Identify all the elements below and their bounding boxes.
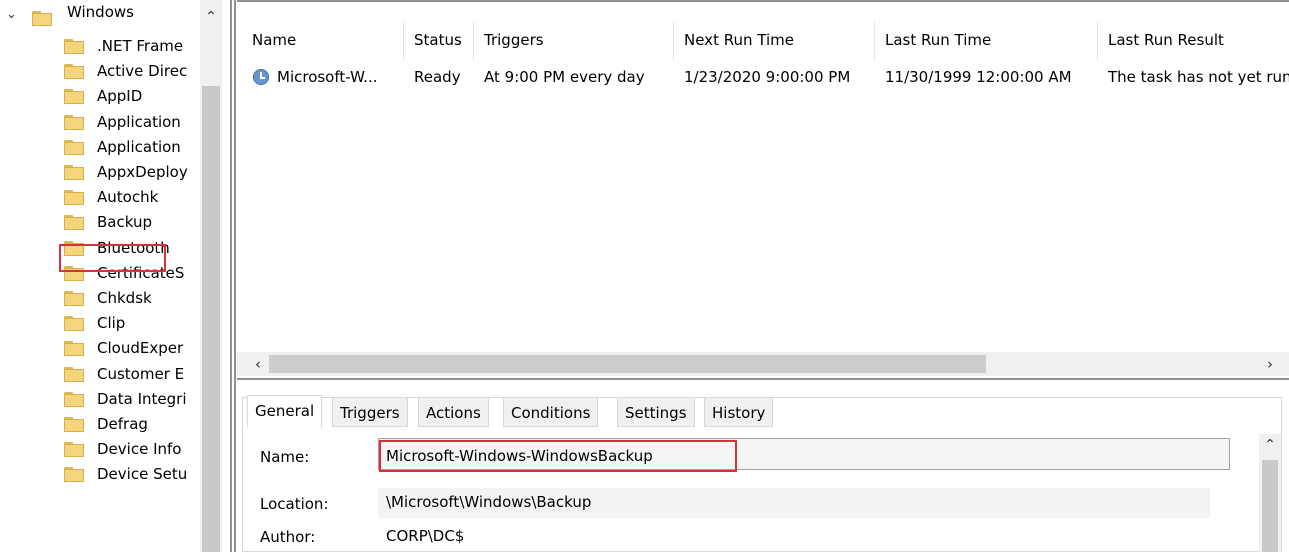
tree-item-label: Defrag bbox=[97, 415, 148, 433]
tree-item-label: AppID bbox=[97, 87, 143, 106]
scrollbar-thumb[interactable] bbox=[269, 355, 986, 373]
tree-item-label: Device Info bbox=[97, 440, 182, 459]
tree-scrollbar[interactable]: ⌃ bbox=[200, 0, 222, 552]
details-scrollbar[interactable]: ⌃ bbox=[1259, 434, 1281, 552]
folder-icon bbox=[64, 467, 84, 483]
folder-icon bbox=[32, 11, 52, 26]
scrollbar-thumb[interactable] bbox=[1262, 460, 1278, 552]
task-status-cell: Ready bbox=[414, 68, 461, 86]
tree-item-label: Customer E bbox=[97, 364, 185, 383]
tab-conditions[interactable]: Conditions bbox=[503, 397, 599, 427]
folder-icon bbox=[64, 417, 84, 432]
tree-item-label: Chkdsk bbox=[97, 289, 152, 307]
task-list[interactable]: Name Status Triggers Next Run Time Last … bbox=[237, 0, 1289, 378]
column-header-name[interactable]: Name bbox=[241, 20, 407, 60]
tree-item-label: .NET Frame bbox=[97, 37, 184, 55]
task-details-pane: General Triggers Actions Conditions Sett… bbox=[237, 382, 1289, 552]
tree-item-label: Clip bbox=[97, 314, 126, 333]
task-last-result-cell: The task has not yet run. bbox=[1108, 68, 1289, 86]
folder-icon bbox=[64, 341, 84, 357]
clock-task-icon bbox=[253, 69, 269, 85]
scroll-left-icon[interactable]: ‹ bbox=[249, 352, 267, 376]
scroll-up-icon[interactable]: ⌃ bbox=[1259, 436, 1281, 454]
folder-icon bbox=[64, 114, 84, 130]
author-value: CORP\DC$ bbox=[386, 527, 465, 545]
tree-item-label: Device Setu bbox=[97, 465, 188, 484]
column-header-next-run-time[interactable]: Next Run Time bbox=[673, 20, 874, 60]
list-horizontal-scrollbar[interactable]: ‹ › bbox=[237, 352, 1289, 376]
tree-item-label: Data Integri bbox=[97, 389, 187, 408]
tree-item-label: CloudExper bbox=[97, 339, 184, 358]
column-header-last-run-result[interactable]: Last Run Result bbox=[1097, 20, 1289, 60]
scroll-right-icon[interactable]: › bbox=[1261, 352, 1279, 376]
scrollbar-thumb[interactable] bbox=[202, 86, 220, 552]
task-folder-tree[interactable]: ⌄ Windows .NET Frame Active Direc AppID App… bbox=[0, 0, 228, 552]
tab-history[interactable]: History bbox=[704, 397, 774, 427]
folder-icon bbox=[64, 391, 84, 407]
tree-item-label: Application bbox=[97, 137, 181, 156]
tree-item-label: Backup bbox=[97, 213, 152, 232]
tab-actions[interactable]: Actions bbox=[418, 397, 489, 427]
tab-general[interactable]: General bbox=[247, 395, 323, 428]
task-triggers-cell: At 9:00 PM every day bbox=[484, 68, 645, 86]
folder-icon bbox=[64, 366, 84, 382]
column-header-status[interactable]: Status bbox=[403, 20, 473, 60]
folder-icon bbox=[64, 190, 84, 206]
column-header-last-run-time[interactable]: Last Run Time bbox=[874, 20, 1097, 60]
folder-icon bbox=[64, 139, 84, 155]
folder-icon bbox=[64, 89, 84, 105]
task-next-run-cell: 1/23/2020 9:00:00 PM bbox=[684, 68, 851, 86]
column-header-triggers[interactable]: Triggers bbox=[473, 20, 673, 60]
folder-icon bbox=[64, 442, 84, 458]
folder-icon bbox=[64, 64, 84, 80]
folder-icon bbox=[64, 291, 84, 306]
name-highlight-box bbox=[379, 440, 737, 472]
folder-icon bbox=[64, 165, 84, 180]
tab-settings[interactable]: Settings bbox=[617, 397, 695, 427]
folder-icon bbox=[64, 39, 84, 54]
tree-item-label: AppxDeploy bbox=[97, 163, 188, 181]
author-label: Author: bbox=[260, 528, 316, 546]
tree-item-label: Application bbox=[97, 112, 181, 131]
task-name-cell: Microsoft-W... bbox=[277, 68, 378, 86]
folder-icon bbox=[64, 215, 84, 231]
task-last-run-cell: 11/30/1999 12:00:00 AM bbox=[885, 68, 1072, 86]
name-label: Name: bbox=[260, 448, 310, 466]
tree-item-label: Autochk bbox=[97, 188, 159, 207]
tree-item-label: Active Direc bbox=[97, 62, 188, 81]
folder-icon bbox=[64, 316, 84, 332]
location-value: \Microsoft\Windows\Backup bbox=[386, 493, 592, 511]
chevron-down-icon[interactable]: ⌄ bbox=[6, 8, 18, 21]
scroll-up-icon[interactable]: ⌃ bbox=[200, 8, 222, 26]
location-label: Location: bbox=[260, 495, 329, 513]
tab-triggers[interactable]: Triggers bbox=[332, 397, 408, 427]
vertical-splitter[interactable] bbox=[228, 0, 237, 552]
tree-item-label: Windows bbox=[67, 3, 134, 21]
selection-highlight bbox=[59, 244, 166, 272]
